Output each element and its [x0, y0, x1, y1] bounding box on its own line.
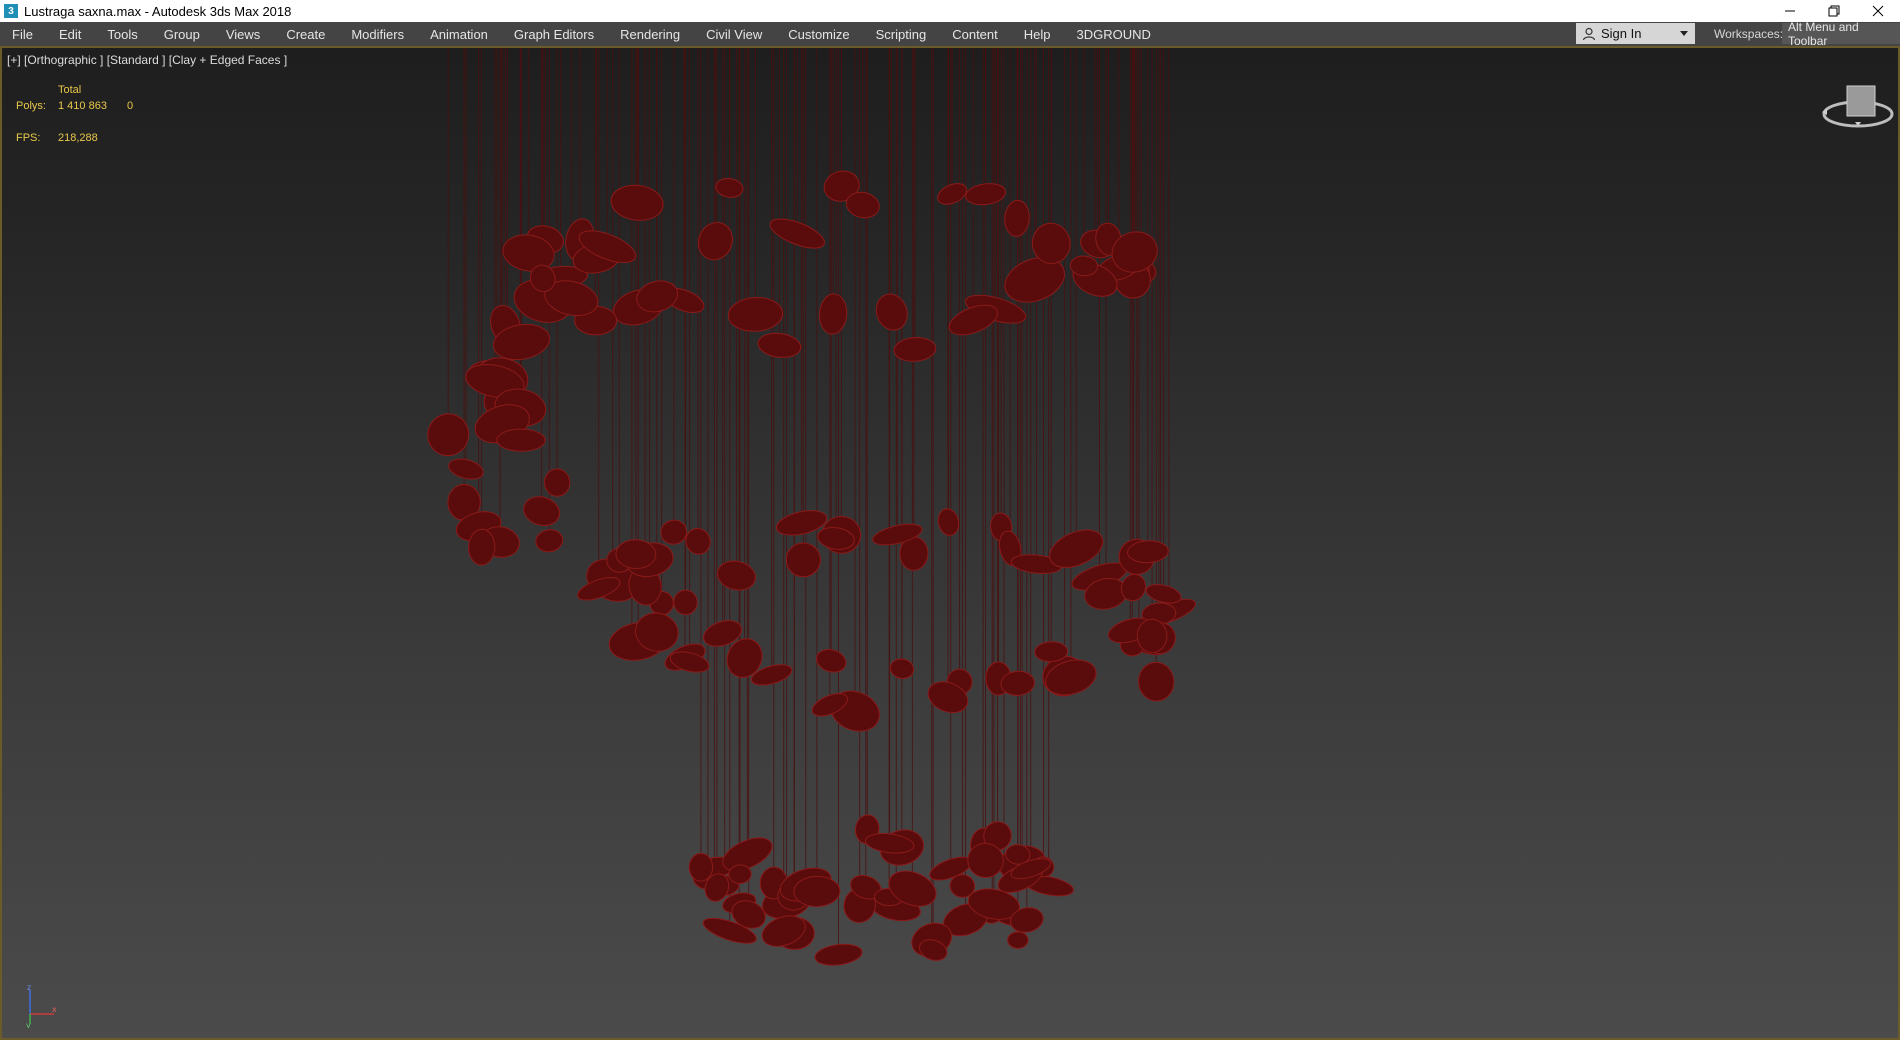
menu-group[interactable]: Group	[151, 22, 213, 46]
menu-animation[interactable]: Animation	[417, 22, 501, 46]
stats-fps-value: 218,288	[58, 132, 98, 144]
stats-polys-selected: 0	[127, 100, 134, 112]
stats-total-label: Total	[58, 84, 82, 96]
axis-z-label: z	[27, 984, 31, 992]
glass-pendant[interactable]	[1007, 931, 1029, 949]
glass-pendant[interactable]	[693, 217, 739, 265]
menu-help[interactable]: Help	[1011, 22, 1064, 46]
glass-pendant[interactable]	[520, 492, 563, 529]
axis-tripod-icon: z x y	[26, 984, 57, 1028]
sign-in-label: Sign In	[1601, 26, 1642, 41]
viewcube-navigation[interactable]	[1816, 82, 1896, 142]
glass-pendant[interactable]	[544, 468, 571, 497]
glass-pendant[interactable]	[814, 646, 849, 676]
window-titlebar: 3 Lustraga saxna.max - Autodesk 3ds Max …	[0, 0, 1900, 22]
workspaces-dropdown[interactable]: Alt Menu and Toolbar	[1782, 20, 1900, 48]
glass-pendant[interactable]	[964, 181, 1007, 207]
menu-edit[interactable]: Edit	[46, 22, 94, 46]
menu-scripting[interactable]: Scripting	[863, 22, 940, 46]
glass-pendant[interactable]	[1136, 618, 1168, 654]
menu-customize[interactable]: Customize	[775, 22, 862, 46]
glass-pendant[interactable]	[785, 542, 821, 578]
axis-y-label: y	[26, 1021, 31, 1028]
menu-rendering[interactable]: Rendering	[607, 22, 693, 46]
glass-pendant[interactable]	[893, 336, 937, 362]
menu-file[interactable]: File	[0, 22, 46, 46]
axis-x-label: x	[52, 1005, 57, 1014]
stats-polys-value: 1 410 863	[58, 100, 107, 112]
glass-pendant[interactable]	[688, 852, 714, 882]
stats-fps-label: FPS:	[16, 132, 41, 144]
chandelier-model[interactable]	[2, 48, 1898, 1038]
menu-content[interactable]: Content	[939, 22, 1011, 46]
glass-pendant[interactable]	[818, 293, 848, 335]
glass-pendant[interactable]	[468, 528, 496, 566]
stats-polys-label: Polys:	[16, 100, 46, 112]
glass-pendant[interactable]	[936, 507, 961, 538]
workspaces-label: Workspaces:	[1714, 27, 1784, 41]
glass-pendant[interactable]	[534, 528, 565, 554]
perspective-viewport[interactable]: [+] [Orthographic ] [Standard ] [Clay + …	[0, 48, 1900, 1040]
glass-pendant[interactable]	[814, 942, 864, 968]
glass-pendant[interactable]	[793, 875, 841, 907]
glass-pendant[interactable]	[447, 456, 486, 483]
menu-graph-editors[interactable]: Graph Editors	[501, 22, 607, 46]
menu-3dground[interactable]: 3DGROUND	[1064, 22, 1164, 46]
viewport-label-menu[interactable]: [+] [Orthographic ] [Standard ] [Clay + …	[7, 53, 287, 67]
sign-in-button[interactable]: Sign In	[1576, 23, 1695, 44]
glass-pendant[interactable]	[659, 518, 689, 546]
user-icon	[1582, 27, 1596, 40]
menu-tools[interactable]: Tools	[94, 22, 150, 46]
glass-pendant[interactable]	[871, 290, 912, 334]
glass-pendant[interactable]	[727, 296, 784, 333]
menu-views[interactable]: Views	[213, 22, 273, 46]
3dsmax-app-icon[interactable]: 3	[4, 4, 18, 18]
menu-civil-view[interactable]: Civil View	[693, 22, 775, 46]
glass-pendant[interactable]	[673, 589, 698, 616]
glass-pendant[interactable]	[496, 428, 546, 452]
glass-pendant[interactable]	[715, 557, 759, 593]
window-title: Lustraga saxna.max - Autodesk 3ds Max 20…	[24, 3, 292, 19]
glass-pendant[interactable]	[1137, 661, 1175, 702]
glass-pendant[interactable]	[889, 657, 916, 681]
menu-modifiers[interactable]: Modifiers	[338, 22, 417, 46]
menu-create[interactable]: Create	[273, 22, 338, 46]
chevron-down-icon[interactable]	[1679, 28, 1689, 38]
glass-pendant[interactable]	[757, 331, 802, 360]
